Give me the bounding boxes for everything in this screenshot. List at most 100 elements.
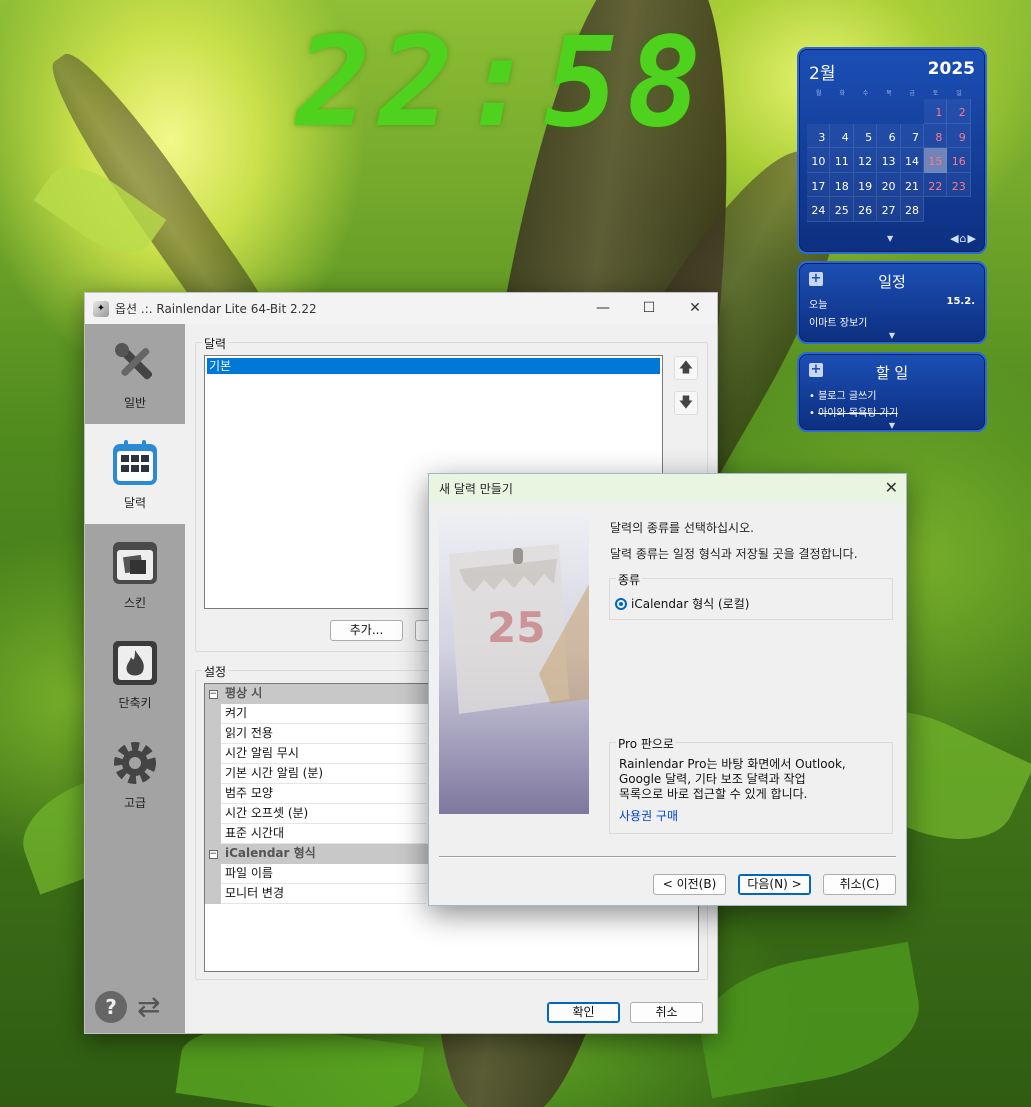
move-down-button[interactable]: 🡇 <box>674 391 698 415</box>
events-day-label: 오늘 <box>809 300 828 311</box>
calendar-day[interactable]: 6 <box>877 123 901 148</box>
calendar-day[interactable]: 14 <box>900 148 924 173</box>
calendar-day <box>947 197 970 222</box>
desktop-clock: 22:58 <box>296 11 710 155</box>
group-label: Pro 판으로 <box>616 735 676 752</box>
sidebar-item-hotkeys[interactable]: 단축키 <box>85 624 185 724</box>
cancel-button[interactable]: 취소 <box>630 1002 703 1023</box>
move-up-button[interactable]: 🡅 <box>674 356 698 380</box>
dialog-description: 달력 종류는 일정 형식과 저장될 곳을 결정합니다. <box>610 547 858 561</box>
collapse-icon[interactable]: − <box>208 690 218 699</box>
calendar-day[interactable]: 27 <box>877 197 901 222</box>
todo-item-done[interactable]: • 아이와 목욕탕 가기 <box>799 404 985 419</box>
hotkey-icon <box>110 638 160 688</box>
calendar-day[interactable]: 5 <box>853 123 878 148</box>
weekday-label: 토 <box>932 90 939 97</box>
options-titlebar[interactable]: ✦ 옵션 .:. Rainlendar Lite 64-Bit 2.22 — ☐… <box>85 293 717 324</box>
calendar-day[interactable]: 4 <box>830 123 854 148</box>
calendar-illustration: 25 <box>439 514 589 814</box>
todo-widget[interactable]: + 할 일 • 블로그 글쓰기 • 아이와 목욕탕 가기 ▼ <box>797 352 987 432</box>
calendar-day[interactable]: 26 <box>853 197 878 222</box>
pro-text: Google 달력, 기타 보조 달력과 작업 <box>619 772 806 786</box>
refresh-icon[interactable]: ⇄ <box>137 991 171 1023</box>
weekday-label: 수 <box>862 90 869 97</box>
calendar-month: 2월 <box>809 64 836 84</box>
close-icon[interactable]: ✕ <box>885 478 898 497</box>
calendar-day[interactable]: 7 <box>900 123 924 148</box>
dialog-titlebar[interactable]: 새 달력 만들기 ✕ <box>429 474 906 503</box>
group-label: 달력 <box>202 335 229 352</box>
calendar-day[interactable]: 21 <box>900 172 924 197</box>
pro-group: Pro 판으로 Rainlendar Pro는 바탕 화면에서 Outlook,… <box>609 735 893 834</box>
dialog-title: 새 달력 만들기 <box>439 482 513 496</box>
calendar-day[interactable]: 3 <box>807 123 831 148</box>
sidebar-item-skin[interactable]: 스킨 <box>85 524 185 624</box>
list-item[interactable]: 기본 <box>207 358 660 374</box>
add-event-icon[interactable]: + <box>809 272 823 286</box>
events-title: 일정 <box>878 273 906 291</box>
calendar-day[interactable]: 12 <box>853 148 878 173</box>
calendar-day[interactable]: 17 <box>807 172 831 197</box>
close-button[interactable]: ✕ <box>672 293 718 324</box>
calendar-day[interactable]: 11 <box>830 148 854 173</box>
collapse-icon[interactable]: − <box>208 850 218 859</box>
dialog-heading: 달력의 종류를 선택하십시오. <box>610 521 754 535</box>
next-month-icon[interactable]: ▶ <box>968 232 977 245</box>
calendar-day[interactable]: 1 <box>923 99 948 124</box>
calendar-widget[interactable]: 2월 2025 월화수목금토일 1 2 3 4 5 6 7 8 9 10 11 12 13 14 15 16 1… <box>797 47 987 254</box>
calendar-day[interactable]: 22 <box>923 172 948 197</box>
sidebar-item-label: 스킨 <box>123 595 147 610</box>
expand-down-icon[interactable]: ▼ <box>799 331 985 340</box>
separator <box>439 856 896 858</box>
prev-month-icon[interactable]: ◀ <box>950 232 959 245</box>
weekday-label: 금 <box>909 90 916 97</box>
calendar-day <box>924 197 947 222</box>
radio-selected-icon[interactable] <box>615 598 627 610</box>
icalendar-radio[interactable]: iCalendar 형식 (로컬) <box>615 595 749 612</box>
calendar-day[interactable]: 24 <box>807 197 831 222</box>
calendar-day-today[interactable]: 15 <box>923 148 948 173</box>
event-item[interactable]: 이마트 장보기 <box>799 314 985 329</box>
calendar-day[interactable]: 23 <box>947 172 971 197</box>
pro-text: 목록으로 바로 접근할 수 있게 합니다. <box>619 787 808 801</box>
calendar-day[interactable]: 18 <box>830 172 854 197</box>
weekday-label: 월 <box>815 90 822 97</box>
sidebar-item-label: 고급 <box>123 795 147 810</box>
maximize-button[interactable]: ☐ <box>626 293 672 324</box>
calendar-day[interactable]: 9 <box>947 123 971 148</box>
back-button[interactable]: < 이전(B) <box>653 874 726 895</box>
calendar-day[interactable]: 19 <box>853 172 878 197</box>
expand-down-icon[interactable]: ▼ <box>887 234 893 243</box>
calendar-day[interactable]: 25 <box>830 197 854 222</box>
help-icon[interactable]: ? <box>95 991 127 1023</box>
calendar-grid: 1 2 3 4 5 6 7 8 9 10 11 12 13 14 15 16 17 18 19 20 21 22 23 24 2… <box>799 99 985 222</box>
sidebar-item-calendar[interactable]: 달력 <box>85 424 185 524</box>
calendar-day[interactable]: 16 <box>947 148 971 173</box>
events-widget[interactable]: + 일정 오늘 15.2. 이마트 장보기 ▼ <box>797 261 987 344</box>
calendar-day[interactable]: 20 <box>877 172 901 197</box>
leaf <box>691 941 929 1099</box>
sidebar-item-advanced[interactable]: 고급 <box>85 724 185 824</box>
calendar-day[interactable]: 8 <box>923 123 948 148</box>
calendar-day[interactable]: 2 <box>947 99 971 124</box>
weekday-label: 목 <box>886 90 892 97</box>
sidebar-item-general[interactable]: 일반 <box>85 324 185 424</box>
home-icon[interactable]: ⌂ <box>960 232 968 245</box>
expand-down-icon[interactable]: ▼ <box>799 421 985 430</box>
calendar-day <box>807 99 830 124</box>
add-button[interactable]: 추가... <box>330 620 403 641</box>
add-todo-icon[interactable]: + <box>809 363 823 377</box>
calendar-day <box>830 99 853 124</box>
weekday-header: 월화수목금토일 <box>799 84 985 99</box>
ok-button[interactable]: 확인 <box>547 1002 620 1023</box>
cancel-button[interactable]: 취소(C) <box>823 874 896 895</box>
tools-icon <box>110 338 160 388</box>
todo-item[interactable]: • 블로그 글쓰기 <box>799 387 985 402</box>
calendar-day[interactable]: 13 <box>877 148 901 173</box>
calendar-day[interactable]: 28 <box>900 197 924 222</box>
minimize-button[interactable]: — <box>580 293 626 324</box>
buy-license-link[interactable]: 사용권 구매 <box>619 809 846 824</box>
next-button[interactable]: 다음(N) > <box>738 874 811 895</box>
calendar-day[interactable]: 10 <box>807 148 831 173</box>
sidebar-item-label: 일반 <box>123 395 147 410</box>
